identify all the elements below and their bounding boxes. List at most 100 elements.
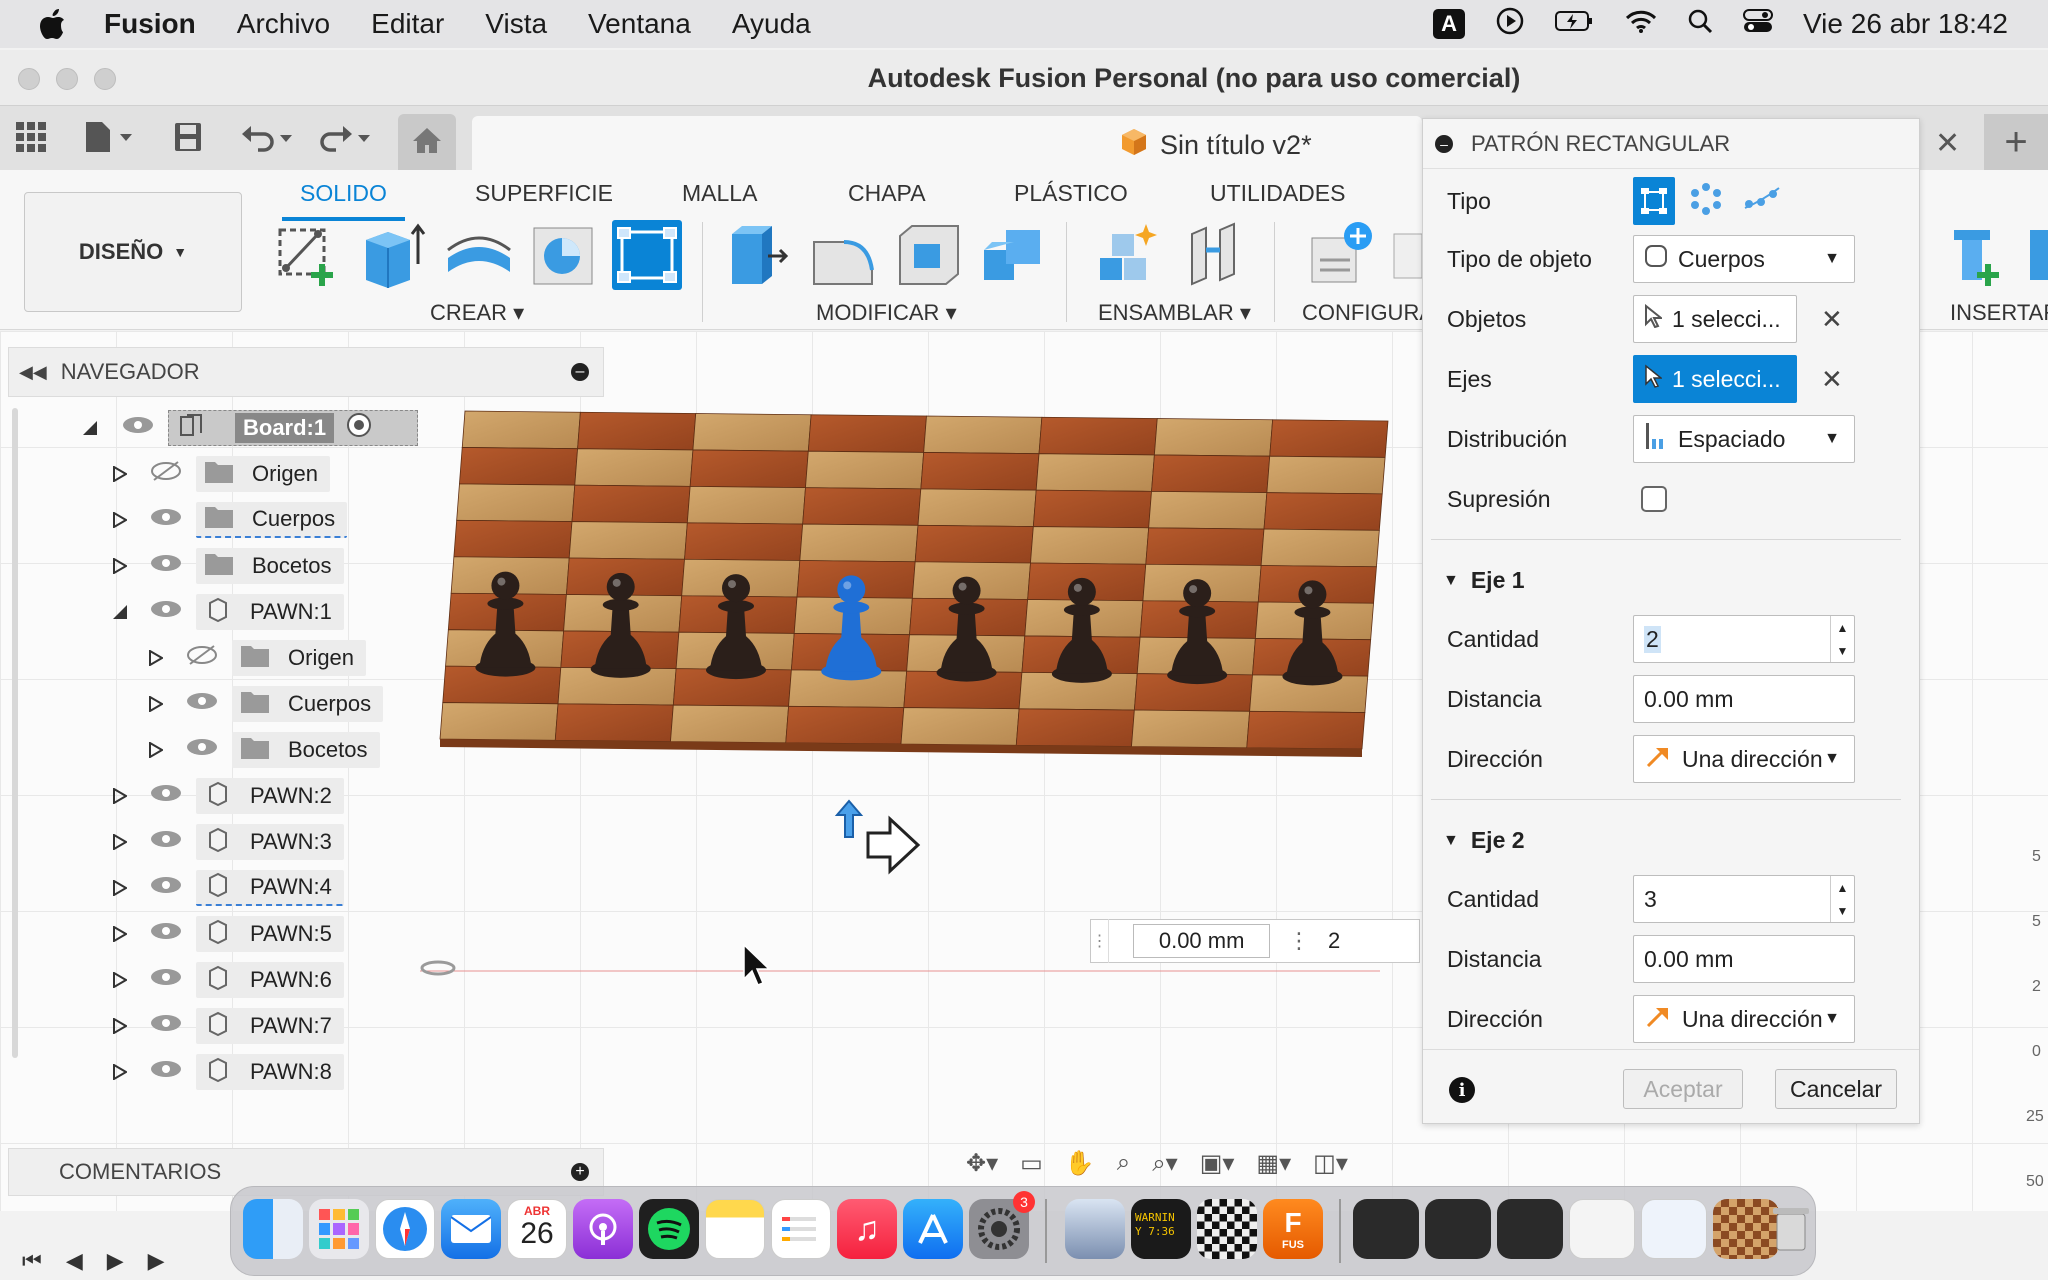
group-insertar[interactable]: INSERTAR: [1950, 300, 2048, 326]
navigator-scrollbar[interactable]: [12, 408, 18, 1058]
nav-item-label[interactable]: PAWN:5: [196, 916, 344, 952]
menubar-clock[interactable]: Vie 26 abr 18:42: [1803, 8, 2008, 40]
collapse-panel-icon[interactable]: ◀◀: [19, 362, 47, 383]
finder-icon[interactable]: [243, 1199, 303, 1259]
fillet-tool[interactable]: [808, 220, 878, 290]
group-crear[interactable]: CREAR ▾: [430, 300, 524, 326]
minimized-window-1[interactable]: [1353, 1199, 1419, 1259]
podcasts-icon[interactable]: [573, 1199, 633, 1259]
app-store-icon[interactable]: [903, 1199, 963, 1259]
nav-item-label[interactable]: PAWN:7: [196, 1008, 344, 1044]
tab-solido[interactable]: SOLIDO: [282, 180, 405, 221]
launchpad-icon[interactable]: [309, 1199, 369, 1259]
visibility-eye-icon[interactable]: [150, 967, 182, 993]
visibility-eye-icon[interactable]: [150, 1013, 182, 1039]
menu-vista[interactable]: Vista: [485, 8, 547, 40]
nav-item-label[interactable]: Bocetos: [232, 732, 380, 768]
add-comment-icon[interactable]: +: [571, 1163, 589, 1181]
expand-triangle-icon[interactable]: [110, 1062, 130, 1082]
dialog-collapse-icon[interactable]: –: [1435, 134, 1453, 153]
group-modificar[interactable]: MODIFICAR ▾: [816, 300, 957, 326]
rectangular-pattern-tool[interactable]: [612, 220, 682, 290]
expand-triangle-icon[interactable]: [110, 924, 130, 944]
notes-icon[interactable]: [705, 1199, 765, 1259]
visibility-eye-icon[interactable]: [186, 737, 218, 763]
insert-mcmaster-tool[interactable]: [1940, 220, 2010, 290]
display-settings-icon[interactable]: ▣▾: [1200, 1149, 1235, 1178]
expand-triangle-icon[interactable]: [110, 832, 130, 852]
home-tab[interactable]: [398, 114, 456, 170]
apple-icon[interactable]: [40, 9, 68, 39]
combine-tool[interactable]: [980, 220, 1050, 290]
console-icon[interactable]: WARNIN Y 7:36: [1131, 1199, 1191, 1259]
menu-archivo[interactable]: Archivo: [237, 8, 330, 40]
visibility-eye-icon[interactable]: [186, 691, 218, 717]
wifi-icon[interactable]: [1625, 8, 1657, 40]
accept-button[interactable]: Aceptar: [1623, 1069, 1743, 1109]
visibility-eye-icon[interactable]: [150, 783, 182, 809]
nav-item-label[interactable]: PAWN:8: [196, 1054, 344, 1090]
objects-selector[interactable]: 1 selecci...: [1633, 295, 1797, 343]
save-icon[interactable]: [174, 120, 202, 154]
minimized-window-2[interactable]: [1425, 1199, 1491, 1259]
drag-handle-icon[interactable]: ⋮: [1091, 919, 1110, 963]
safari-icon[interactable]: [375, 1199, 435, 1259]
nav-root-label[interactable]: Board:1: [168, 410, 418, 446]
menu-ayuda[interactable]: Ayuda: [732, 8, 811, 40]
grid-settings-icon[interactable]: ▦▾: [1256, 1149, 1291, 1178]
step-back-icon[interactable]: ◀: [66, 1248, 83, 1274]
menu-editar[interactable]: Editar: [371, 8, 444, 40]
visibility-eye-icon[interactable]: [122, 415, 154, 441]
orbit-icon[interactable]: ✥▾: [966, 1149, 998, 1178]
nav-item-label[interactable]: Bocetos: [196, 548, 344, 584]
visibility-eye-icon[interactable]: [186, 644, 218, 672]
minimized-window-5[interactable]: [1641, 1199, 1707, 1259]
fusion-icon[interactable]: F FUS: [1263, 1199, 1323, 1259]
expand-triangle-icon[interactable]: [110, 786, 130, 806]
tab-malla[interactable]: MALLA: [682, 180, 757, 207]
configure-table-tool[interactable]: [1392, 220, 1423, 290]
create-sketch-tool[interactable]: [272, 220, 342, 290]
nav-item-label[interactable]: Origen: [232, 640, 367, 676]
expand-triangle-icon[interactable]: [110, 1016, 130, 1036]
look-at-icon[interactable]: ▭: [1020, 1149, 1043, 1178]
zoom-icon[interactable]: ⌕: [1117, 1149, 1130, 1177]
viewport-count-input[interactable]: 2: [1328, 928, 1419, 954]
visibility-eye-icon[interactable]: [150, 875, 182, 901]
step-forward-icon[interactable]: ▶: [148, 1248, 165, 1274]
nav-item-label[interactable]: PAWN:3: [196, 824, 344, 860]
eje2-quantity-stepper[interactable]: 3 ▲ ▼: [1633, 875, 1855, 923]
minimized-window-3[interactable]: [1497, 1199, 1563, 1259]
viewport-distance-input[interactable]: 0.00 mm: [1133, 924, 1270, 958]
visibility-eye-icon[interactable]: [150, 829, 182, 855]
navigator-minimize-icon[interactable]: –: [571, 363, 589, 381]
tab-chapa[interactable]: CHAPA: [848, 180, 926, 207]
chess-board[interactable]: [439, 410, 1389, 757]
redo-icon[interactable]: [318, 120, 372, 154]
menu-ventana[interactable]: Ventana: [588, 8, 691, 40]
tab-utilidades[interactable]: UTILIDADES: [1210, 180, 1345, 207]
clear-objects-icon[interactable]: ✕: [1821, 304, 1843, 335]
cancel-button[interactable]: Cancelar: [1775, 1069, 1897, 1109]
group-configurar[interactable]: CONFIGURA: [1302, 300, 1434, 326]
configure-tool[interactable]: [1306, 220, 1376, 290]
joint-tool[interactable]: [1180, 220, 1250, 290]
app-grid-icon[interactable]: [16, 120, 46, 154]
nav-item-label[interactable]: Cuerpos: [196, 502, 348, 538]
menu-app-name[interactable]: Fusion: [104, 8, 196, 40]
expand-triangle-icon[interactable]: [110, 510, 130, 530]
skip-start-icon[interactable]: ⏮: [22, 1248, 42, 1274]
info-icon[interactable]: i: [1449, 1077, 1475, 1103]
visibility-eye-icon[interactable]: [150, 460, 182, 488]
spotlight-search-icon[interactable]: [1687, 8, 1713, 41]
expand-triangle-icon[interactable]: [110, 602, 130, 622]
mail-icon[interactable]: [441, 1199, 501, 1259]
reminders-icon[interactable]: [771, 1199, 831, 1259]
suppression-checkbox[interactable]: [1641, 486, 1667, 512]
eje1-section-header[interactable]: ▼ Eje 1: [1443, 567, 1525, 594]
undo-icon[interactable]: [240, 120, 294, 154]
press-pull-tool[interactable]: [722, 220, 792, 290]
tab-superficie[interactable]: SUPERFICIE: [475, 180, 613, 207]
visibility-eye-icon[interactable]: [150, 921, 182, 947]
battery-icon[interactable]: [1555, 8, 1595, 40]
